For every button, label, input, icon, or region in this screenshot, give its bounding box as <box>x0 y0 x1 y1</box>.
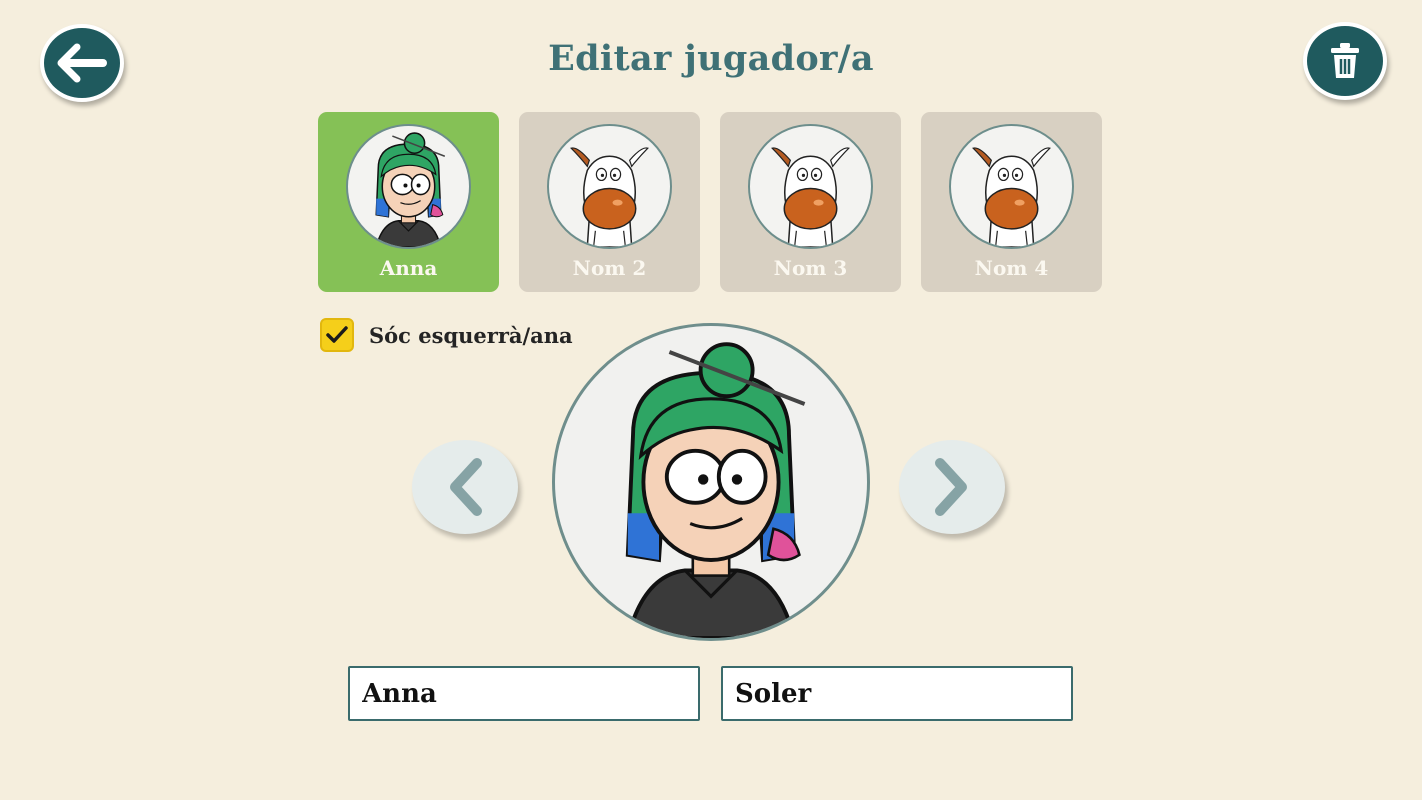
left-handed-checkbox[interactable] <box>320 318 354 352</box>
player-card-4[interactable]: Nom 4 <box>921 112 1102 292</box>
player-list: Anna Nom 2 Nom 3 Nom 4 <box>318 112 1102 292</box>
page-title: Editar jugador/a <box>548 38 874 79</box>
next-avatar-button[interactable] <box>899 440 1005 534</box>
player-avatar <box>748 124 873 249</box>
first-name-input[interactable] <box>348 666 700 721</box>
checkmark-icon <box>326 326 348 343</box>
selected-avatar <box>552 323 870 641</box>
player-avatar <box>547 124 672 249</box>
player-card-3[interactable]: Nom 3 <box>720 112 901 292</box>
left-handed-toggle[interactable]: Sóc esquerrà/ana <box>320 318 573 352</box>
player-name: Nom 3 <box>773 256 848 280</box>
player-name: Nom 4 <box>974 256 1049 280</box>
previous-avatar-button[interactable] <box>412 440 518 534</box>
player-name: Nom 2 <box>572 256 647 280</box>
player-avatar <box>346 124 471 249</box>
trash-icon <box>1331 43 1359 78</box>
chevron-right-icon <box>935 458 967 516</box>
player-card-1[interactable]: Anna <box>318 112 499 292</box>
last-name-input[interactable] <box>721 666 1073 721</box>
left-handed-label: Sóc esquerrà/ana <box>369 322 573 348</box>
player-avatar <box>949 124 1074 249</box>
player-name: Anna <box>379 256 438 280</box>
chevron-left-icon <box>450 458 482 516</box>
delete-button[interactable] <box>1303 22 1387 100</box>
player-card-2[interactable]: Nom 2 <box>519 112 700 292</box>
